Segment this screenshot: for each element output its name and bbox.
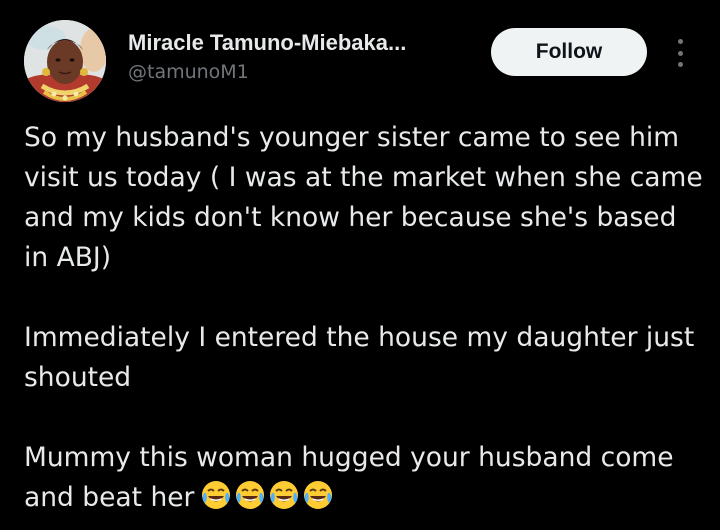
tears-of-joy-emoji-icon-4 [304, 481, 333, 509]
tears-of-joy-emoji-icon-2 [236, 481, 265, 509]
tweet-paragraph-3-wrapper: Mummy this woman hugged your husband com… [24, 438, 704, 518]
paragraph-spacer-2 [24, 398, 704, 438]
tweet-text: So my husband's younger sister came to s… [24, 118, 704, 518]
author-avatar[interactable] [24, 20, 106, 102]
author-display-name[interactable]: Miracle Tamuno-Miebaka... [128, 30, 406, 56]
more-vertical-icon-dot-3 [677, 62, 683, 67]
tweet-paragraph-1: So my husband's younger sister came to s… [24, 122, 703, 273]
author-handle[interactable]: @tamunoM1 [128, 61, 249, 83]
laughing-emoji-group [200, 479, 334, 511]
more-vertical-icon [677, 39, 683, 44]
more-options-button[interactable] [668, 36, 692, 70]
tweet-paragraph-2: Immediately I entered the house my daugh… [24, 322, 695, 393]
tweet-header: Miracle Tamuno-Miebaka... @tamunoM1 Foll… [0, 0, 720, 110]
avatar-photo-icon [24, 20, 106, 102]
tweet-paragraph-3: Mummy this woman hugged your husband com… [24, 442, 674, 513]
follow-button[interactable]: Follow [491, 28, 647, 76]
more-vertical-icon-dot-2 [677, 50, 683, 56]
tears-of-joy-emoji-icon-3 [270, 481, 299, 509]
tears-of-joy-emoji-icon [202, 481, 231, 509]
